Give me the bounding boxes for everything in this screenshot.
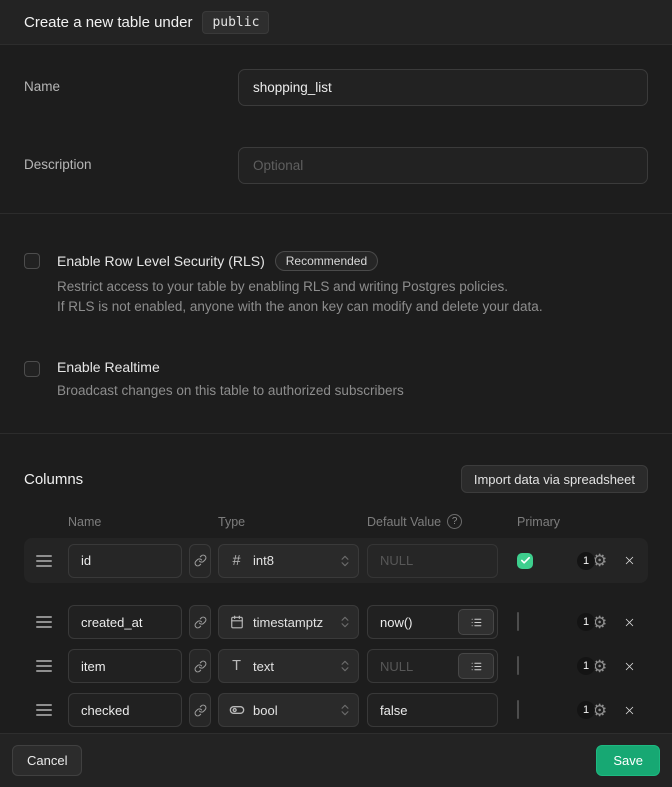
columns-title: Columns (24, 471, 83, 488)
realtime-label: Enable Realtime (57, 359, 160, 375)
column-default-input[interactable] (367, 693, 498, 727)
check-icon (520, 555, 531, 566)
remove-column-button[interactable] (622, 553, 637, 568)
hash-icon: # (228, 553, 245, 569)
rls-description: Restrict access to your table by enablin… (57, 277, 648, 317)
columns-section: Columns Import data via spreadsheet Name… (0, 434, 672, 733)
settings-count-badge: 1 (577, 613, 595, 631)
column-row-item: T text 1 ⚙ (24, 644, 648, 688)
foreign-key-link-icon[interactable] (189, 693, 211, 727)
columns-header-row: Name Type Default Value ? Primary (24, 514, 648, 529)
text-icon: T (228, 658, 245, 674)
rls-checkbox[interactable] (24, 253, 40, 269)
remove-column-button[interactable] (622, 703, 637, 718)
realtime-checkbox[interactable] (24, 361, 40, 377)
close-icon (623, 704, 636, 717)
settings-count-badge: 1 (577, 701, 595, 719)
header-name: Name (68, 515, 218, 529)
foreign-key-link-icon[interactable] (189, 649, 211, 683)
schema-badge: public (202, 11, 269, 34)
description-label: Description (24, 147, 238, 184)
chevron-up-down-icon (338, 703, 352, 717)
drag-handle-icon[interactable] (36, 660, 52, 672)
primary-checkbox[interactable] (517, 656, 519, 675)
create-table-panel: Create a new table under public Name Des… (0, 0, 672, 787)
calendar-icon (228, 615, 245, 629)
chevron-up-down-icon (338, 659, 352, 673)
save-button[interactable]: Save (596, 745, 660, 776)
realtime-description: Broadcast changes on this table to autho… (57, 381, 648, 401)
column-name-input[interactable] (68, 649, 182, 683)
primary-checkbox[interactable] (517, 700, 519, 719)
drag-handle-icon[interactable] (36, 555, 52, 567)
rls-option: Enable Row Level Security (RLS) Recommen… (24, 251, 648, 317)
column-row-id: # int8 1 ⚙ (24, 538, 648, 583)
close-icon (623, 616, 636, 629)
panel-title: Create a new table under (24, 14, 192, 31)
drag-handle-icon[interactable] (36, 616, 52, 628)
column-row-checked: bool 1 ⚙ (24, 688, 648, 732)
column-type-select[interactable]: T text (218, 649, 359, 683)
header-primary: Primary (517, 515, 560, 529)
name-label: Name (24, 69, 238, 106)
panel-header: Create a new table under public (0, 0, 672, 45)
toggle-icon (228, 702, 245, 718)
rls-label: Enable Row Level Security (RLS) (57, 253, 265, 269)
column-name-input[interactable] (68, 605, 182, 639)
description-row: Description (24, 147, 648, 184)
close-icon (623, 554, 636, 567)
column-type-select[interactable]: timestamptz (218, 605, 359, 639)
table-name-input[interactable] (238, 69, 648, 106)
column-settings-button[interactable]: 1 ⚙ (577, 701, 607, 719)
suggestions-list-icon[interactable] (458, 609, 494, 635)
name-row: Name (24, 69, 648, 106)
primary-checkbox[interactable] (517, 612, 519, 631)
remove-column-button[interactable] (622, 615, 637, 630)
cancel-button[interactable]: Cancel (12, 745, 82, 776)
foreign-key-link-icon[interactable] (189, 544, 211, 578)
settings-count-badge: 1 (577, 552, 595, 570)
import-spreadsheet-button[interactable]: Import data via spreadsheet (461, 465, 648, 493)
close-icon (623, 660, 636, 673)
column-row-created-at: timestamptz 1 ⚙ (24, 600, 648, 644)
header-type: Type (218, 515, 367, 529)
drag-handle-icon[interactable] (36, 704, 52, 716)
table-description-input[interactable] (238, 147, 648, 184)
table-options-section: Enable Row Level Security (RLS) Recommen… (0, 214, 672, 434)
suggestions-list-icon[interactable] (458, 653, 494, 679)
chevron-up-down-icon (338, 615, 352, 629)
primary-checkbox[interactable] (517, 553, 533, 569)
column-type-select[interactable]: # int8 (218, 544, 359, 578)
column-settings-button[interactable]: 1 ⚙ (577, 657, 607, 675)
table-info-section: Name Description (0, 45, 672, 214)
panel-footer: Cancel Save (0, 733, 672, 787)
column-settings-button[interactable]: 1 ⚙ (577, 613, 607, 631)
column-type-select[interactable]: bool (218, 693, 359, 727)
settings-count-badge: 1 (577, 657, 595, 675)
column-name-input[interactable] (68, 693, 182, 727)
foreign-key-link-icon[interactable] (189, 605, 211, 639)
header-default-value: Default Value (367, 515, 441, 529)
remove-column-button[interactable] (622, 659, 637, 674)
realtime-option: Enable Realtime Broadcast changes on thi… (24, 359, 648, 401)
column-settings-button[interactable]: 1 ⚙ (577, 552, 607, 570)
help-icon[interactable]: ? (447, 514, 462, 529)
column-name-input[interactable] (68, 544, 182, 578)
column-default-input[interactable] (367, 544, 498, 578)
chevron-up-down-icon (338, 554, 352, 568)
recommended-badge: Recommended (275, 251, 378, 271)
